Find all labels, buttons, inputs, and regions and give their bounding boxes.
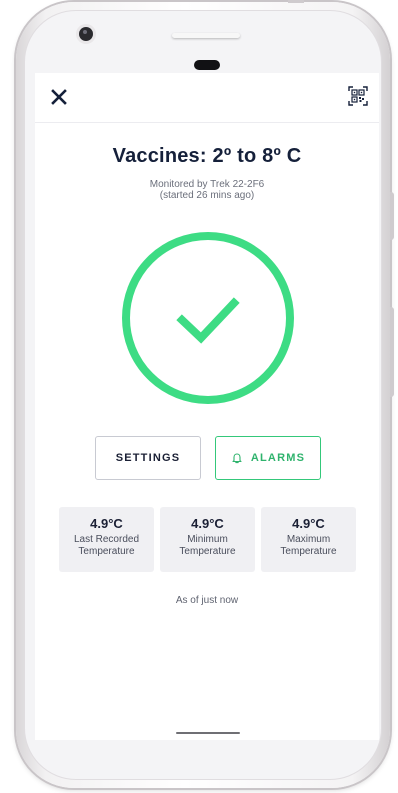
close-icon[interactable] (49, 87, 69, 107)
monitor-device-text: Monitored by Trek 22-2F6 (149, 179, 265, 190)
alarms-button[interactable]: ALARMS (215, 436, 321, 480)
stat-value: 4.9°C (292, 516, 325, 531)
settings-button[interactable]: SETTINGS (95, 436, 201, 480)
stat-label-line: Temperature (179, 546, 236, 557)
volume-button (390, 192, 394, 240)
device-stage: Vaccines: 2º to 8º C Monitored by Trek 2… (0, 0, 398, 793)
qr-code-scan-icon[interactable] (348, 86, 368, 106)
stat-label-line: Last Recorded (73, 534, 140, 545)
settings-button-label: SETTINGS (115, 452, 181, 464)
app-screen: Vaccines: 2º to 8º C Monitored by Trek 2… (35, 73, 379, 740)
bell-icon (232, 453, 242, 464)
stat-card-maximum: 4.9°C Maximum Temperature (261, 507, 356, 572)
home-indicator[interactable] (176, 732, 240, 734)
alarms-button-label: ALARMS (250, 452, 306, 464)
app-bar (35, 73, 379, 123)
check-icon (176, 297, 240, 344)
stat-card-minimum: 4.9°C Minimum Temperature (160, 507, 255, 572)
stat-label: Last Recorded Temperature (59, 534, 154, 558)
stat-card-last-recorded: 4.9°C Last Recorded Temperature (59, 507, 154, 572)
stat-label: Maximum Temperature (261, 534, 356, 558)
stat-label-line: Minimum (187, 534, 228, 545)
stat-label-line: Maximum (286, 534, 331, 545)
last-updated-text: As of just now (175, 595, 239, 606)
proximity-sensor (194, 60, 220, 70)
stat-label-line: Temperature (78, 546, 135, 557)
page-title: Vaccines: 2º to 8º C (112, 145, 302, 167)
status-ok-indicator (122, 232, 294, 404)
stat-label-line: Temperature (280, 546, 337, 557)
monitor-started-text: (started 26 mins ago) (159, 190, 255, 201)
status-ring-circle (122, 232, 294, 404)
earpiece-speaker (172, 33, 240, 38)
stat-value: 4.9°C (191, 516, 224, 531)
stat-label: Minimum Temperature (160, 534, 255, 558)
monitor-info: Monitored by Trek 22-2F6 (started 26 min… (35, 179, 379, 201)
front-camera (79, 27, 93, 41)
top-edge-detail (288, 0, 304, 3)
stat-value: 4.9°C (90, 516, 123, 531)
power-button (390, 307, 394, 397)
